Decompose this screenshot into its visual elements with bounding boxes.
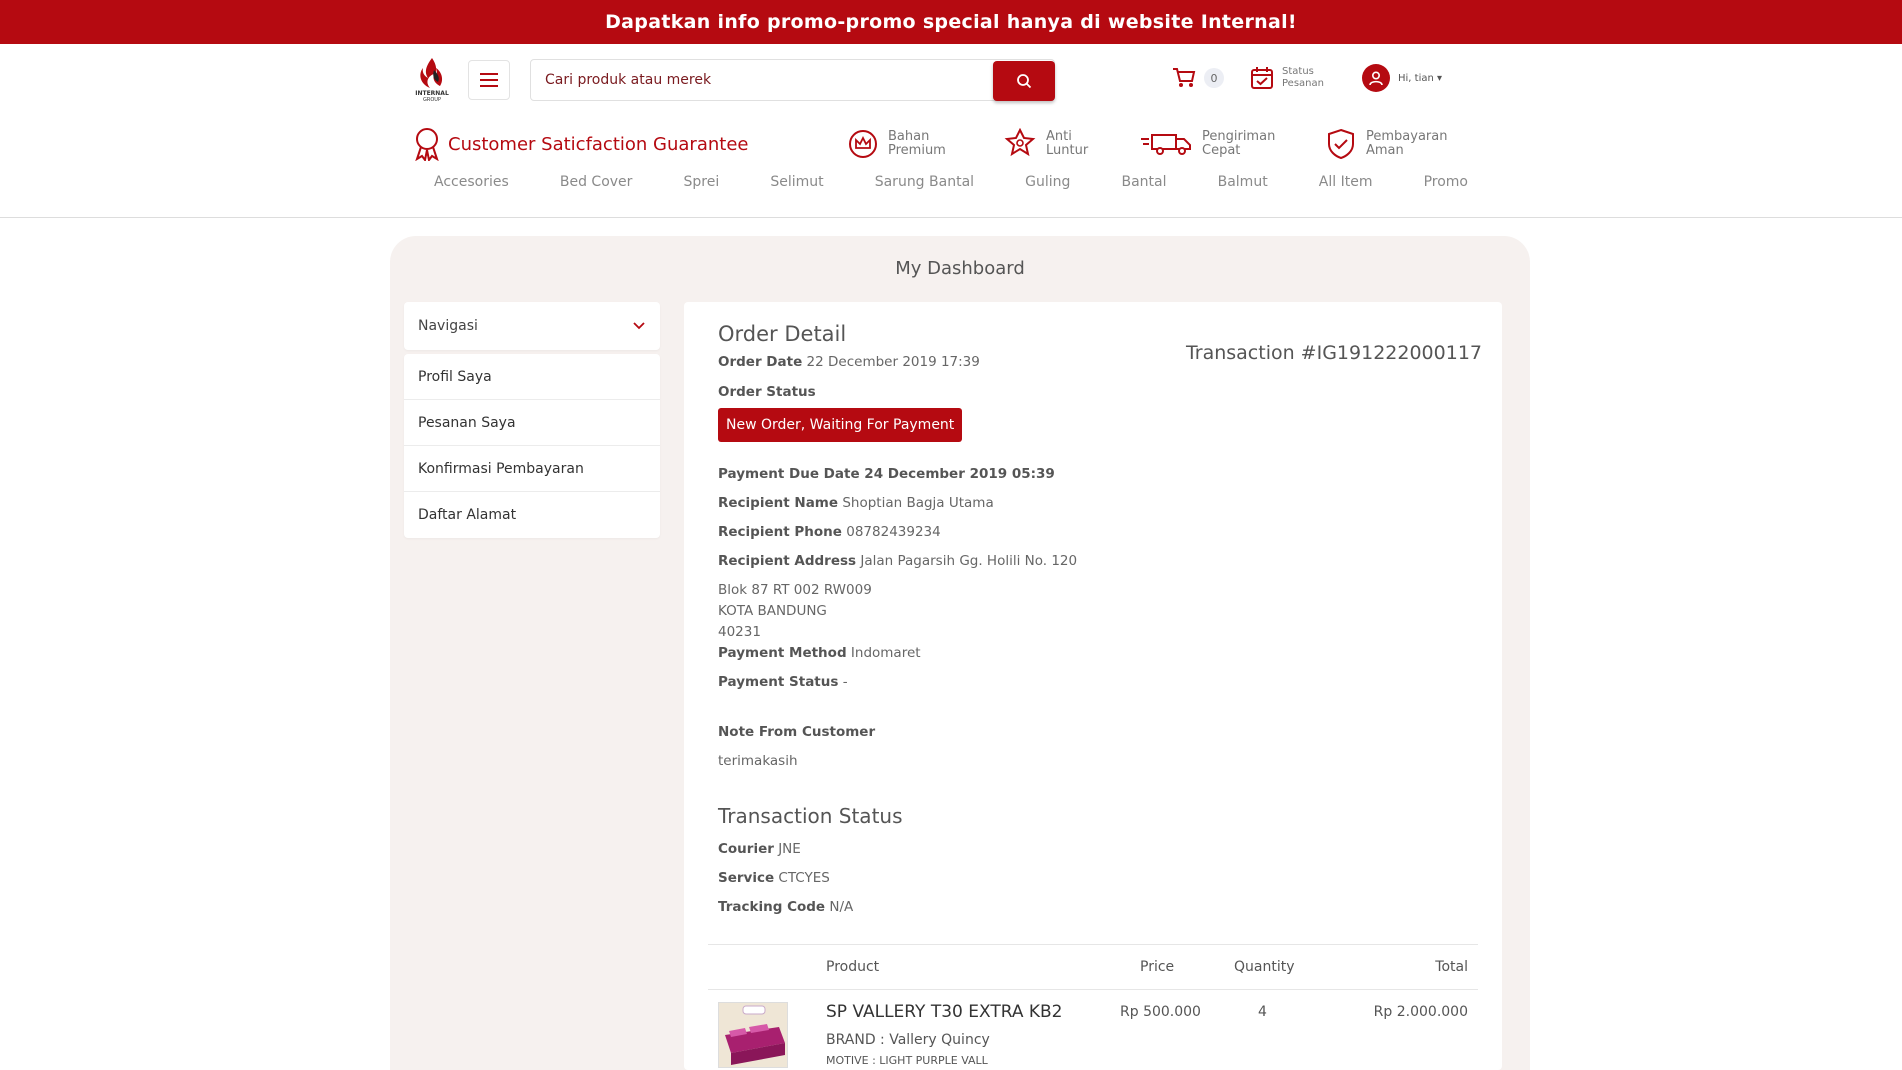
- dashboard-panel: My Dashboard Navigasi Profil Saya Pesana…: [390, 236, 1530, 1070]
- site-header: INTERNAL GROUP 0: [0, 44, 1902, 218]
- category-sarung-bantal[interactable]: Sarung Bantal: [875, 174, 974, 198]
- category-bantal[interactable]: Bantal: [1122, 174, 1167, 198]
- category-all-item[interactable]: All Item: [1319, 174, 1373, 198]
- order-status-link[interactable]: Status Pesanan: [1250, 62, 1340, 94]
- tracking-code: Tracking Code N/A: [718, 899, 854, 915]
- table-header: Product Price Quantity Total: [708, 944, 1478, 990]
- transaction-status-title: Transaction Status: [718, 804, 903, 828]
- flame-logo-icon: [420, 58, 443, 88]
- product-total: Rp 2.000.000: [1373, 1004, 1468, 1020]
- payment-due-date: Payment Due Date 24 December 2019 05:39: [718, 466, 1055, 482]
- promo-banner: Dapatkan info promo-promo special hanya …: [0, 0, 1902, 44]
- address-line: 40231: [718, 624, 761, 640]
- category-sprei[interactable]: Sprei: [684, 174, 720, 198]
- product-name[interactable]: SP VALLERY T30 EXTRA KB2: [826, 1002, 1063, 1022]
- award-ribbon-icon: [415, 128, 439, 161]
- table-row: SP VALLERY T30 EXTRA KB2 BRAND : Vallery…: [708, 990, 1478, 1070]
- nav-item-daftar-alamat[interactable]: Daftar Alamat: [404, 492, 660, 538]
- feature-pengiriman-cepat: Pengiriman Cepat: [1140, 124, 1282, 164]
- crown-icon: [849, 130, 877, 158]
- navigation-title: Navigasi: [418, 318, 478, 334]
- category-accesories[interactable]: Accesories: [434, 174, 509, 198]
- header-total: Total: [1435, 959, 1468, 975]
- shield-check-icon: [1328, 128, 1354, 160]
- search-input[interactable]: [531, 60, 991, 100]
- guarantee-text: Customer Saticfaction Guarantee: [448, 133, 749, 155]
- calendar-check-icon: [1251, 67, 1273, 89]
- product-brand: BRAND : Vallery Quincy: [826, 1032, 990, 1048]
- logo[interactable]: INTERNAL GROUP: [412, 56, 452, 103]
- order-items-table: Product Price Quantity Total SP VALLERY …: [708, 944, 1478, 1070]
- recipient-phone: Recipient Phone 08782439234: [718, 524, 941, 540]
- navigation-menu: Profil Saya Pesanan Saya Konfirmasi Pemb…: [404, 354, 660, 538]
- header-price: Price: [1140, 959, 1175, 975]
- search-icon: [1017, 74, 1032, 89]
- header-product: Product: [826, 959, 880, 975]
- header-quantity: Quantity: [1234, 959, 1295, 975]
- order-detail-card: Order Detail Transaction #IG191222000117…: [684, 302, 1502, 1070]
- feature-bahan-premium: Bahan Premium: [848, 124, 968, 164]
- order-date: Order Date 22 December 2019 17:39: [718, 354, 980, 370]
- navigation-dropdown[interactable]: Navigasi: [404, 302, 660, 350]
- nav-item-profil-saya[interactable]: Profil Saya: [404, 354, 660, 400]
- product-price: Rp 500.000: [1120, 1004, 1201, 1020]
- chevron-down-icon: [633, 322, 645, 330]
- avatar: [1362, 64, 1390, 92]
- order-status-label: Status Pesanan: [1282, 66, 1324, 89]
- address-line: KOTA BANDUNG: [718, 603, 827, 619]
- note-label: Note From Customer: [718, 724, 876, 740]
- recipient-name: Recipient Name Shoptian Bagja Utama: [718, 495, 994, 511]
- payment-method: Payment Method Indomaret: [718, 645, 921, 661]
- courier: Courier JNE: [718, 841, 801, 857]
- product-image-bedsheet: [719, 1003, 787, 1067]
- product-quantity: 4: [1258, 1004, 1267, 1020]
- satisfaction-guarantee: Customer Saticfaction Guarantee: [412, 124, 748, 164]
- order-status-label: Order Status: [718, 384, 816, 400]
- search-button[interactable]: [993, 61, 1055, 101]
- category-selimut[interactable]: Selimut: [770, 174, 823, 198]
- category-promo[interactable]: Promo: [1424, 174, 1468, 198]
- cart-icon: [1173, 68, 1196, 87]
- search-bar: [530, 59, 1055, 101]
- customer-note: terimakasih: [718, 753, 798, 769]
- transaction-number: Transaction #IG191222000117: [1185, 342, 1482, 364]
- feature-pembayaran-aman: Pembayaran Aman: [1326, 124, 1447, 164]
- nav-item-pesanan-saya[interactable]: Pesanan Saya: [404, 400, 660, 446]
- page-title: My Dashboard: [895, 258, 1025, 279]
- truck-icon: [1141, 134, 1191, 155]
- category-nav: Accesories Bed Cover Sprei Selimut Sarun…: [412, 174, 1490, 198]
- cart-count-badge: 0: [1204, 68, 1224, 88]
- star-badge-icon: [1004, 128, 1036, 157]
- user-greeting: Hi, tian ▾: [1398, 72, 1443, 84]
- hamburger-menu-button[interactable]: [468, 60, 510, 100]
- product-thumbnail[interactable]: [718, 1002, 788, 1068]
- hamburger-icon: [480, 73, 498, 87]
- recipient-address: Recipient Address Jalan Pagarsih Gg. Hol…: [718, 553, 1078, 569]
- category-balmut[interactable]: Balmut: [1218, 174, 1268, 198]
- cart-button[interactable]: 0: [1172, 62, 1232, 94]
- feature-anti-luntur: Anti Luntur: [1004, 124, 1126, 164]
- category-guling[interactable]: Guling: [1025, 174, 1070, 198]
- nav-item-konfirmasi-pembayaran[interactable]: Konfirmasi Pembayaran: [404, 446, 660, 492]
- user-menu[interactable]: Hi, tian ▾: [1362, 62, 1472, 94]
- address-line: Blok 87 RT 002 RW009: [718, 582, 872, 598]
- user-icon: [1369, 71, 1383, 86]
- status-badge: New Order, Waiting For Payment: [718, 408, 963, 442]
- product-motive: MOTIVE : LIGHT PURPLE VALL: [826, 1054, 988, 1067]
- logo-wordmark: INTERNAL GROUP: [415, 90, 449, 103]
- order-detail-title: Order Detail: [718, 322, 847, 346]
- payment-status: Payment Status -: [718, 674, 848, 690]
- promo-text: Dapatkan info promo-promo special hanya …: [605, 11, 1297, 33]
- service: Service CTCYES: [718, 870, 830, 886]
- category-bed-cover[interactable]: Bed Cover: [560, 174, 633, 198]
